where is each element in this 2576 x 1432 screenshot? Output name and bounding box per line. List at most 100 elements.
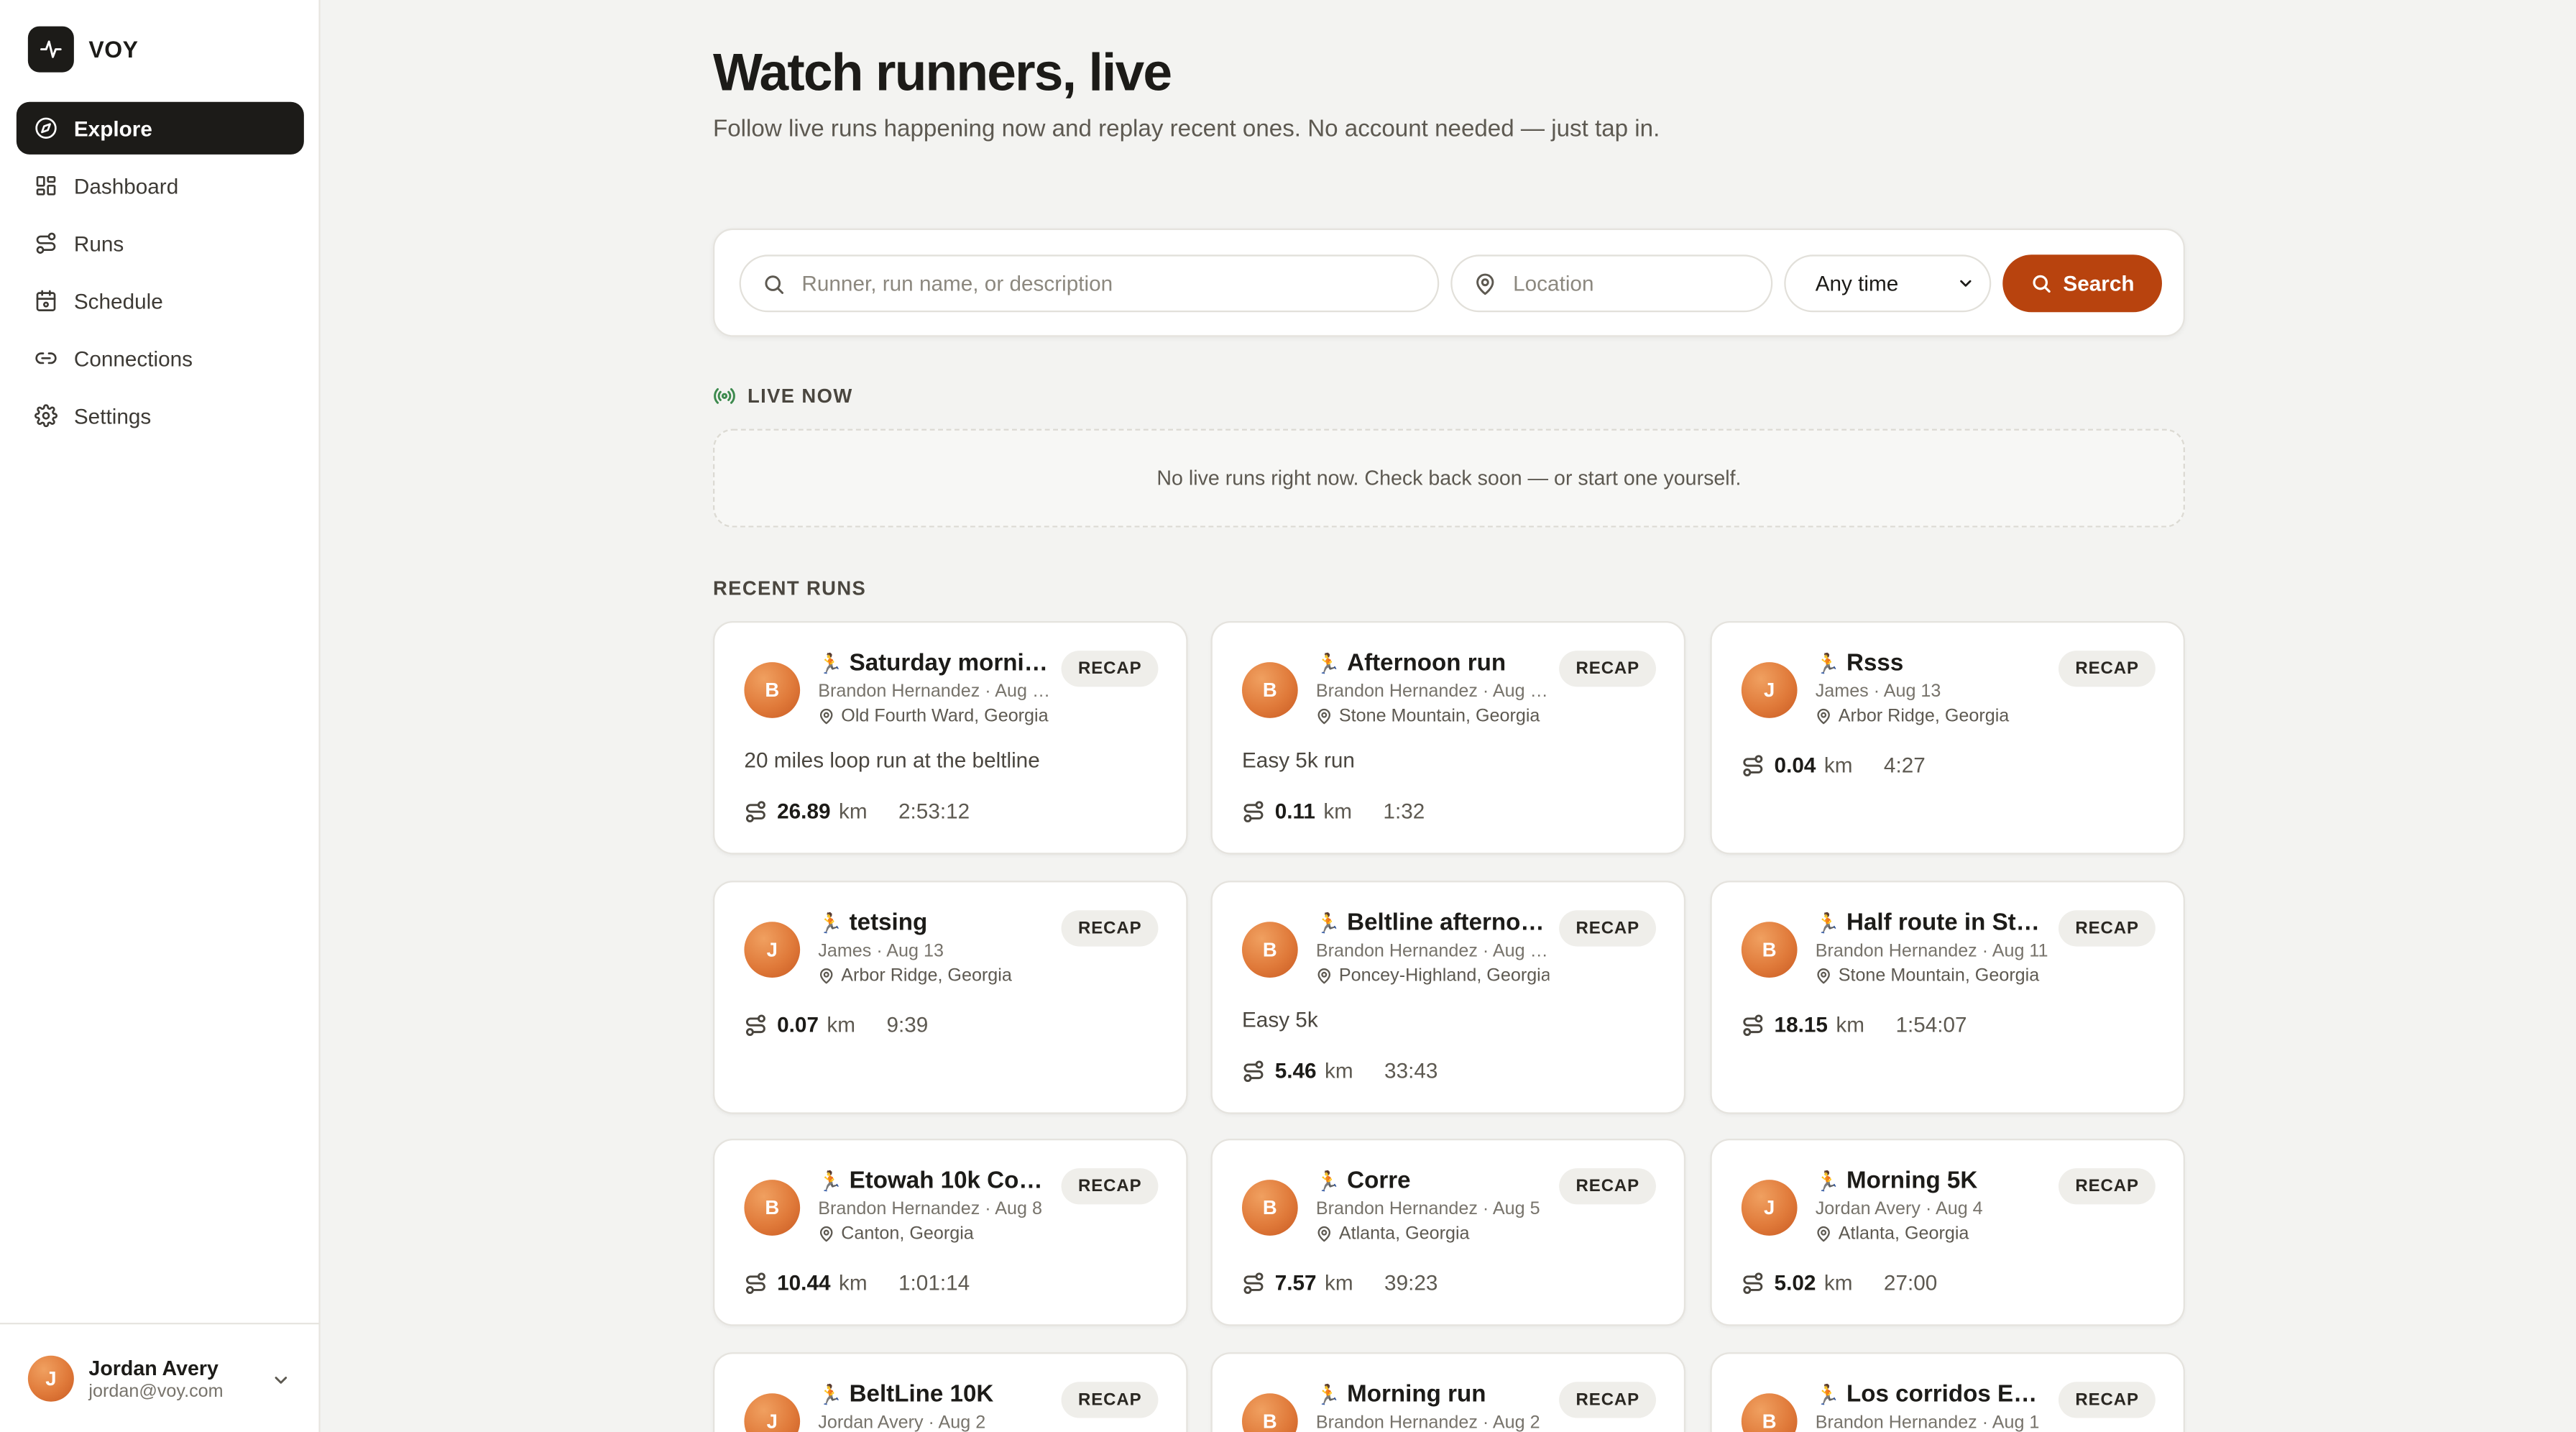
run-location-text: Arbor Ridge, Georgia <box>1838 706 2010 727</box>
page-title: Watch runners, live <box>712 42 1172 102</box>
brand[interactable]: VOY <box>27 26 139 73</box>
compass-icon <box>35 117 57 139</box>
avatar: J <box>744 1393 801 1432</box>
map-pin-icon <box>819 708 833 725</box>
avatar: J <box>1741 662 1798 718</box>
run-card[interactable]: B 🏃 Morning run RECAP Brandon Hernandez · Au… <box>1210 1352 1686 1432</box>
runner-icon: 🏃 <box>818 912 843 935</box>
run-card[interactable]: B 🏃Saturday morning run RECAP Brandon Herna… <box>712 620 1188 855</box>
run-duration: 4:27 <box>1883 752 1926 778</box>
sidebar-item-explore[interactable]: Explore <box>16 101 304 155</box>
run-meta: Jordan Avery · Aug 2 <box>818 1413 986 1432</box>
distance-unit: km <box>1836 1011 1865 1037</box>
avatar: B <box>1241 1180 1298 1236</box>
avatar: B <box>1241 1393 1298 1432</box>
time-select[interactable]: Any time <box>1784 254 1992 313</box>
search-input[interactable]: Runner, run name, or description <box>739 254 1440 313</box>
run-location: Arbor Ridge, Georgia <box>1816 707 2049 726</box>
run-location: Poncey-Highland, Georgia <box>1316 966 1549 986</box>
run-distance: 5.02 <box>1774 1270 1816 1295</box>
run-distance: 10.44 <box>777 1270 831 1295</box>
chevron-down-icon[interactable] <box>271 1370 290 1390</box>
route-icon <box>1243 1272 1264 1293</box>
search-icon <box>2033 275 2051 293</box>
avatar: B <box>744 662 801 718</box>
run-meta: Brandon Hernandez · Aug 1 <box>1815 1413 2040 1432</box>
search-placeholder: Runner, run name, or description <box>801 271 1113 296</box>
recent-runs-label: RECENT RUNS <box>712 577 867 600</box>
search-button[interactable]: Search <box>2002 254 2162 313</box>
run-duration: 2:53:12 <box>898 798 970 824</box>
map-pin-icon <box>1317 708 1331 725</box>
route-icon <box>1243 1060 1264 1081</box>
run-duration: 39:23 <box>1384 1270 1438 1295</box>
map-pin-icon <box>1476 272 1494 295</box>
run-card[interactable]: B 🏃 Beltline afternoon run RECAP Brandon Her… <box>1210 881 1686 1114</box>
sidebar-item-connections[interactable]: Connections <box>17 332 304 385</box>
distance-unit: km <box>1323 798 1352 824</box>
avatar: J <box>27 1355 74 1402</box>
run-location-text: Stone Mountain, Georgia <box>1838 965 2040 986</box>
run-duration: 1:01:14 <box>898 1270 970 1295</box>
sidebar-item-settings[interactable]: Settings <box>17 390 304 442</box>
run-location-text: Atlanta, Georgia <box>1338 1224 1470 1244</box>
runner-icon: 🏃 <box>818 652 843 676</box>
sidebar-item-dashboard[interactable]: Dashboard <box>17 160 304 212</box>
distance-unit: km <box>827 1011 856 1037</box>
run-location: Atlanta, Georgia <box>1816 1224 2049 1244</box>
run-description: 20 miles loop run at the beltline <box>744 747 1040 773</box>
map-pin-icon <box>1317 968 1331 984</box>
location-input[interactable]: Location <box>1450 254 1773 313</box>
recap-badge: RECAP <box>1062 1382 1159 1418</box>
sidebar-item-runs[interactable]: Runs <box>17 217 304 270</box>
run-meta: Brandon Hernandez · Aug 8 <box>818 1199 1042 1219</box>
dashboard-icon <box>36 175 56 196</box>
run-title-text: Half route in Stone Mountain <box>1846 910 2048 937</box>
user-name: Jordan Avery <box>88 1356 218 1380</box>
chevron-down-icon <box>1960 280 1972 287</box>
run-meta: Jordan Avery · Aug 4 <box>1815 1199 1983 1219</box>
sidebar-nav: Explore Dashboard Runs Schedule Connecti… <box>16 101 304 447</box>
sidebar-item-label: Connections <box>73 346 193 371</box>
run-title-text: Rsss <box>1846 651 1904 677</box>
run-meta: James · Aug 13 <box>818 941 944 962</box>
run-card[interactable]: J 🏃 Morning 5K RECAP Jordan Avery · Aug 4 Atl… <box>1710 1138 2185 1326</box>
run-card[interactable]: J 🏃 BeltLine 10K RECAP Jordan Avery · Aug 2 <box>712 1352 1188 1432</box>
sidebar-item-schedule[interactable]: Schedule <box>17 275 304 327</box>
time-select-value: Any time <box>1815 271 1899 296</box>
live-now-heading: LIVE NOW <box>713 385 853 408</box>
runner-icon: 🏃 <box>1315 1170 1341 1193</box>
run-card[interactable]: B 🏃 Corre RECAP Brandon Hernandez · Aug 5 Atl… <box>1210 1138 1686 1326</box>
run-card[interactable]: B 🏃 Etowah 10k Comp RECAP Brandon Hernandez … <box>712 1138 1188 1326</box>
run-stats: 5.02 km 27:00 <box>1742 1270 1937 1295</box>
route-icon <box>1743 1014 1763 1035</box>
route-icon <box>745 800 765 822</box>
run-meta: Brandon Hernandez · Aug 14 <box>1315 681 1550 702</box>
map-pin-icon <box>1317 1226 1331 1242</box>
recent-runs-heading: RECENT RUNS <box>713 577 866 600</box>
sidebar-item-label: Dashboard <box>73 173 179 198</box>
runner-icon: 🏃 <box>818 1170 843 1193</box>
route-icon <box>1743 1272 1763 1293</box>
run-card[interactable]: B 🏃 Half route in Stone Mountain RECAP Brand… <box>1710 881 2185 1114</box>
run-title: 🏃 Corre <box>1316 1168 1550 1195</box>
location-placeholder: Location <box>1513 271 1594 296</box>
brand-name: VOY <box>88 36 139 63</box>
run-title: 🏃 Half route in Stone Mountain <box>1816 910 2049 937</box>
recap-badge: RECAP <box>1559 1382 1656 1418</box>
run-card[interactable]: J 🏃 Rsss RECAP James · Aug 13 Arbor Ridge, Ge… <box>1710 620 2185 855</box>
distance-unit: km <box>1324 1057 1353 1083</box>
run-stats: 18.15 km 1:54:07 <box>1742 1012 1967 1037</box>
run-stats: 10.44 km 1:01:14 <box>744 1270 970 1295</box>
search-icon <box>765 275 784 293</box>
run-description: Easy 5k run <box>1241 747 1355 773</box>
sidebar: VOY Explore Dashboard Runs Schedule Conn… <box>0 0 321 1432</box>
avatar: B <box>1741 1393 1798 1432</box>
run-meta: Brandon Hernandez · Aug 2 <box>1315 1413 1540 1432</box>
run-distance: 7.57 <box>1274 1270 1317 1295</box>
user-menu[interactable]: J Jordan Avery jordan@voy.com <box>0 1322 321 1432</box>
run-card[interactable]: J 🏃 tetsing RECAP James · Aug 13 Arbor Ridge,… <box>712 881 1188 1114</box>
run-card[interactable]: B 🏃 Afternoon run RECAP Brandon Hernandez · … <box>1210 620 1686 855</box>
run-card[interactable]: B 🏃Los corridos Enigma RECAP Brandon Hernan… <box>1710 1352 2185 1432</box>
distance-unit: km <box>1823 752 1853 778</box>
